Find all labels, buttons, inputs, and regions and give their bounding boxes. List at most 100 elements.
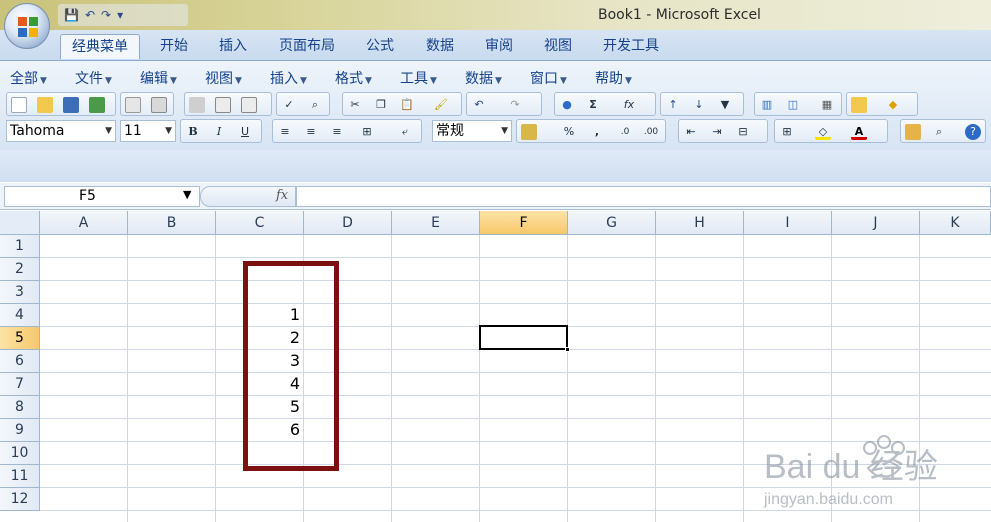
save-icon[interactable]: 💾 (64, 8, 79, 22)
percent-button[interactable]: % (561, 124, 577, 140)
row-header-3[interactable]: 3 (0, 281, 40, 304)
number-format-select[interactable]: 常规 ▼ (432, 120, 512, 142)
column-header-d[interactable]: D (304, 211, 392, 235)
row-header-10[interactable]: 10 (0, 442, 40, 465)
font-name-select[interactable]: Tahoma ▼ (6, 120, 116, 142)
name-box[interactable]: F5 ▼ (4, 186, 200, 207)
email-icon[interactable] (125, 97, 141, 113)
undo-icon[interactable]: ↶ (471, 97, 487, 113)
open-folder-icon[interactable] (37, 97, 53, 113)
tab-data[interactable]: 数据 (416, 34, 464, 59)
bold-button[interactable]: B (185, 124, 201, 140)
row-header-12[interactable]: 12 (0, 488, 40, 511)
tab-view[interactable]: 视图 (534, 34, 582, 59)
underline-button[interactable]: U (237, 124, 253, 140)
attach-icon[interactable] (151, 97, 167, 113)
currency-icon[interactable] (521, 124, 537, 140)
tab-page-layout[interactable]: 页面布局 (268, 34, 346, 59)
cut-icon[interactable]: ✂ (347, 97, 363, 113)
increase-decimal-icon[interactable]: .0 (617, 124, 633, 140)
active-cell-f5[interactable] (479, 325, 570, 352)
tab-insert[interactable]: 插入 (209, 34, 257, 59)
font-color-icon[interactable]: A (851, 124, 867, 140)
column-header-i[interactable]: I (744, 211, 832, 235)
permission-icon[interactable] (89, 97, 105, 113)
sort-ascending-icon[interactable]: ↑ (665, 97, 681, 113)
copy-icon[interactable]: ❐ (373, 97, 389, 113)
new-file-icon[interactable] (11, 97, 27, 113)
column-header-k[interactable]: K (920, 211, 991, 235)
column-header-b[interactable]: B (128, 211, 216, 235)
row-header-2[interactable]: 2 (0, 258, 40, 281)
column-header-c[interactable]: C (216, 211, 304, 235)
tab-developer[interactable]: 开发工具 (592, 34, 670, 59)
tab-formulas[interactable]: 公式 (356, 34, 404, 59)
insert-function-icon[interactable]: fx (621, 97, 637, 113)
menu-view[interactable]: 视图 ▼ (205, 68, 242, 88)
format-cells-icon[interactable]: ⊟ (735, 124, 751, 140)
tab-review[interactable]: 审阅 (475, 34, 523, 59)
row-header-4[interactable]: 4 (0, 304, 40, 327)
tab-home[interactable]: 开始 (150, 34, 198, 59)
chart-icon[interactable]: ▥ (759, 97, 775, 113)
hyperlink-icon[interactable]: ● (559, 97, 575, 113)
select-all-button[interactable] (0, 211, 40, 235)
fill-color-icon[interactable]: ◇ (815, 124, 831, 140)
menu-format[interactable]: 格式 ▼ (335, 68, 372, 88)
customize-qat-icon[interactable]: ▾ (117, 8, 123, 22)
row-header-9[interactable]: 9 (0, 419, 40, 442)
column-header-j[interactable]: J (832, 211, 920, 235)
menu-help[interactable]: 帮助 ▼ (595, 68, 632, 88)
clipboard-icon[interactable] (905, 124, 921, 140)
menu-window[interactable]: 窗口 ▼ (530, 68, 567, 88)
row-header-1[interactable]: 1 (0, 235, 40, 258)
comma-style-button[interactable]: , (589, 124, 605, 140)
decrease-indent-icon[interactable]: ⇤ (683, 124, 699, 140)
redo-icon[interactable]: ↷ (101, 8, 111, 22)
print-icon[interactable] (189, 97, 205, 113)
wrap-text-icon[interactable]: ⤶ (397, 124, 413, 140)
help-icon[interactable]: ? (965, 124, 981, 140)
row-header-5[interactable]: 5 (0, 327, 40, 350)
align-right-icon[interactable]: ≡ (329, 124, 345, 140)
align-center-icon[interactable]: ≡ (303, 124, 319, 140)
autosum-icon[interactable]: Σ (585, 97, 601, 113)
research-icon[interactable]: ⌕ (307, 97, 323, 113)
save-icon[interactable] (63, 97, 79, 113)
row-header-6[interactable]: 6 (0, 350, 40, 373)
page-setup-icon[interactable] (241, 97, 257, 113)
menu-tools[interactable]: 工具 ▼ (400, 68, 437, 88)
macro-icon[interactable]: ◆ (885, 97, 901, 113)
borders-icon[interactable]: ⊞ (779, 124, 795, 140)
folder-icon[interactable] (851, 97, 867, 113)
fx-button[interactable]: fx (276, 188, 288, 203)
paste-icon[interactable]: 📋 (399, 97, 415, 113)
formula-input[interactable] (296, 186, 991, 207)
menu-insert[interactable]: 插入 ▼ (270, 68, 307, 88)
row-header-7[interactable]: 7 (0, 373, 40, 396)
redo-icon[interactable]: ↷ (507, 97, 523, 113)
fill-handle[interactable] (565, 347, 570, 352)
increase-indent-icon[interactable]: ⇥ (709, 124, 725, 140)
column-header-f[interactable]: F (480, 211, 568, 235)
merge-center-icon[interactable]: ⊞ (359, 124, 375, 140)
menu-all[interactable]: 全部 ▼ (10, 68, 47, 88)
office-button[interactable] (4, 3, 50, 49)
undo-icon[interactable]: ↶ (85, 8, 95, 22)
row-header-8[interactable]: 8 (0, 396, 40, 419)
align-left-icon[interactable]: ≡ (277, 124, 293, 140)
drawing-icon[interactable]: ◫ (785, 97, 801, 113)
menu-file[interactable]: 文件 ▼ (75, 68, 112, 88)
row-header-11[interactable]: 11 (0, 465, 40, 488)
zoom-icon[interactable]: ⌕ (931, 124, 947, 140)
column-header-e[interactable]: E (392, 211, 480, 235)
gridlines-icon[interactable]: ▦ (819, 97, 835, 113)
tab-classic-menu[interactable]: 经典菜单 (60, 34, 140, 59)
menu-data[interactable]: 数据 ▼ (465, 68, 502, 88)
sort-descending-icon[interactable]: ↓ (691, 97, 707, 113)
name-box-dropdown-icon[interactable]: ▼ (183, 188, 191, 201)
font-size-select[interactable]: 11 ▼ (120, 120, 176, 142)
print-preview-icon[interactable] (215, 97, 231, 113)
column-header-g[interactable]: G (568, 211, 656, 235)
decrease-decimal-icon[interactable]: .00 (643, 124, 659, 140)
